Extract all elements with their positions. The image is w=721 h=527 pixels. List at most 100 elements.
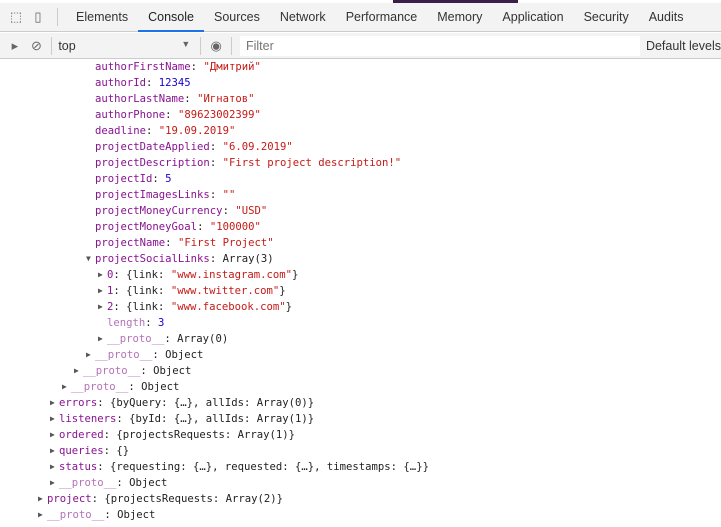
property-key: __proto__ — [47, 509, 105, 521]
tab-console[interactable]: Console — [138, 3, 204, 32]
device-toolbar-icon[interactable]: ▯ — [27, 6, 49, 28]
property-value: Object — [165, 349, 204, 361]
console-tree-row[interactable]: ▶ __proto__: Object — [0, 475, 721, 491]
property-key: projectDescription — [95, 157, 210, 169]
log-levels-select[interactable]: Default levels — [646, 39, 721, 53]
property-key: authorId — [95, 77, 147, 89]
colon: : — [146, 125, 159, 137]
property-key: projectName — [95, 237, 166, 249]
property-value: Object — [141, 381, 180, 393]
property-value-string: "www.instagram.com" — [170, 269, 292, 281]
filter-input[interactable] — [239, 35, 640, 56]
colon: : — [145, 317, 159, 329]
console-tree-row: length: 3 — [0, 315, 721, 331]
collapsed-triangle-icon[interactable]: ▶ — [50, 459, 55, 475]
console-tree-row[interactable]: ▶ __proto__: Object — [0, 363, 721, 379]
sidebar-toggle-icon[interactable]: ▸ — [4, 35, 26, 57]
collapsed-triangle-icon[interactable]: ▶ — [98, 283, 103, 299]
property-value: "6.09.2019" — [222, 141, 293, 153]
collapsed-triangle-icon[interactable]: ▶ — [98, 299, 103, 315]
context-value: top — [58, 38, 76, 53]
console-tree-row[interactable]: ▶ __proto__: Object — [0, 347, 721, 363]
console-tree-row[interactable]: ▶ listeners: {byId: {…}, allIds: Array(1)… — [0, 411, 721, 427]
collapsed-triangle-icon[interactable]: ▶ — [50, 475, 55, 491]
console-tree-row: authorPhone: "89623002399" — [0, 107, 721, 123]
colon: : — [140, 365, 154, 377]
property-key: projectId — [95, 173, 153, 185]
property-key: projectMoneyCurrency — [95, 205, 223, 217]
property-key: ordered — [59, 429, 104, 441]
console-tree-row: projectId: 5 — [0, 171, 721, 187]
property-value: {projectsRequests: Array(1)} — [116, 429, 296, 441]
console-tree-row[interactable]: ▶ status: {requesting: {…}, requested: {…… — [0, 459, 721, 475]
console-tree-row[interactable]: ▶ queries: {} — [0, 443, 721, 459]
console-tree-row[interactable]: ▶ __proto__: Object — [0, 507, 721, 523]
colon: : — [116, 477, 130, 489]
property-value: {link: — [126, 269, 171, 281]
property-key: errors — [59, 397, 98, 409]
console-tree-row[interactable]: ▼ projectSocialLinks: Array(3) — [0, 251, 721, 267]
tab-security[interactable]: Security — [574, 3, 639, 32]
console-tree-row[interactable]: ▶ 2: {link: "www.facebook.com"} — [0, 299, 721, 315]
property-value: 5 — [165, 173, 172, 185]
expanded-triangle-icon[interactable]: ▼ — [86, 251, 91, 267]
colon: : — [152, 173, 166, 185]
colon: : — [209, 253, 223, 265]
collapsed-triangle-icon[interactable]: ▶ — [98, 331, 103, 347]
property-key: projectMoneyGoal — [95, 221, 198, 233]
property-value: "89623002399" — [177, 109, 261, 121]
collapsed-triangle-icon[interactable]: ▶ — [38, 507, 43, 523]
collapsed-triangle-icon[interactable]: ▶ — [50, 427, 55, 443]
collapsed-triangle-icon[interactable]: ▶ — [50, 411, 55, 427]
console-tree-row: deadline: "19.09.2019" — [0, 123, 721, 139]
console-tree-row[interactable]: ▶ __proto__: Array(0) — [0, 331, 721, 347]
property-value: Object — [117, 509, 156, 521]
collapsed-triangle-icon[interactable]: ▶ — [50, 443, 55, 459]
colon: : — [209, 141, 223, 153]
tab-sources[interactable]: Sources — [204, 3, 270, 32]
eye-icon[interactable]: ◉ — [205, 35, 227, 57]
collapsed-triangle-icon[interactable]: ▶ — [62, 379, 67, 395]
property-key: authorPhone — [95, 109, 166, 121]
console-tree-row[interactable]: ▶ __proto__: Object — [0, 379, 721, 395]
tab-memory[interactable]: Memory — [427, 3, 492, 32]
colon: : — [103, 445, 117, 457]
context-select[interactable]: top ▼ — [58, 39, 196, 53]
colon: : — [152, 349, 166, 361]
property-value: "USD" — [235, 205, 268, 217]
property-key: projectSocialLinks — [95, 253, 210, 265]
colon: : — [113, 301, 127, 313]
collapsed-triangle-icon[interactable]: ▶ — [86, 347, 91, 363]
console-tree-row[interactable]: ▶ 1: {link: "www.twitter.com"} — [0, 283, 721, 299]
tab-application[interactable]: Application — [492, 3, 573, 32]
console-tree-row: authorLastName: "Игнатов" — [0, 91, 721, 107]
clear-console-icon[interactable]: ⊘ — [26, 35, 48, 57]
property-value-string: "www.twitter.com" — [170, 285, 280, 297]
property-value: "First project description!" — [222, 157, 402, 169]
colon: : — [103, 429, 117, 441]
console-tree-row: projectMoneyGoal: "100000" — [0, 219, 721, 235]
collapsed-triangle-icon[interactable]: ▶ — [38, 491, 43, 507]
console-tree-row[interactable]: ▶ ordered: {projectsRequests: Array(1)} — [0, 427, 721, 443]
console-tree-row[interactable]: ▶ project: {projectsRequests: Array(2)} — [0, 491, 721, 507]
property-value: "First Project" — [177, 237, 274, 249]
tab-network[interactable]: Network — [270, 3, 336, 32]
colon: : — [164, 333, 178, 345]
colon: : — [190, 61, 204, 73]
divider — [51, 36, 53, 55]
collapsed-triangle-icon[interactable]: ▶ — [50, 395, 55, 411]
property-key: __proto__ — [107, 333, 165, 345]
collapsed-triangle-icon[interactable]: ▶ — [98, 267, 103, 283]
tab-performance[interactable]: Performance — [336, 3, 428, 32]
tab-audits[interactable]: Audits — [639, 3, 694, 32]
colon: : — [128, 381, 142, 393]
property-value: Object — [153, 365, 192, 377]
dropdown-arrow-icon: ▼ — [181, 38, 191, 49]
property-value-end: } — [279, 285, 286, 297]
tab-elements[interactable]: Elements — [66, 3, 138, 32]
console-tree-row[interactable]: ▶ errors: {byQuery: {…}, allIds: Array(0)… — [0, 395, 721, 411]
console-tree-row[interactable]: ▶ 0: {link: "www.instagram.com"} — [0, 267, 721, 283]
colon: : — [146, 77, 159, 89]
collapsed-triangle-icon[interactable]: ▶ — [74, 363, 79, 379]
inspect-element-icon[interactable]: ⬚ — [5, 6, 27, 28]
